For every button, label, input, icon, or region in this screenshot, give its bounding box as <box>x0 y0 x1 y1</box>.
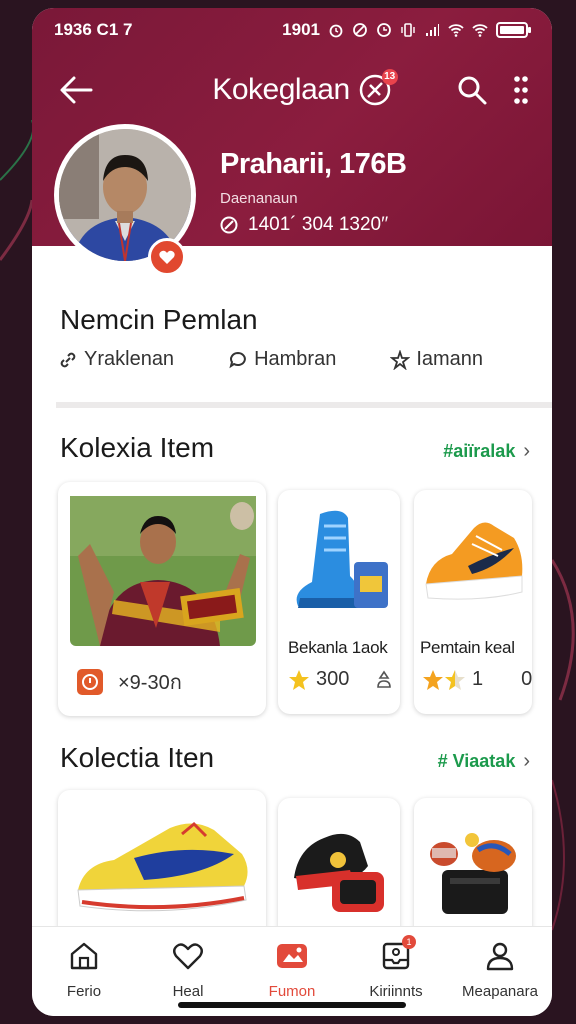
featured-item-price: ×9-30ก <box>118 672 182 694</box>
item-card-running-shoe[interactable] <box>58 790 266 940</box>
section-divider <box>56 402 552 408</box>
action-chat[interactable]: Hambran <box>228 348 336 371</box>
chevron-right-icon: › <box>523 440 530 462</box>
app-title-group: Kokeglaan 13 <box>176 69 428 107</box>
action-link[interactable]: Yraklenan <box>58 348 174 371</box>
accessories-image <box>430 833 516 914</box>
item-card-cleats[interactable] <box>278 798 400 940</box>
verified-badge-icon <box>148 238 186 276</box>
item-rating-sneaker: 1 <box>472 668 484 690</box>
collection-1-title: Kolexia Item <box>60 432 215 463</box>
actions-section-title: Nemcin Pemlan <box>60 304 258 335</box>
profile-subtitle: Daenanaun <box>220 190 298 207</box>
wifi-icon <box>472 24 488 37</box>
nav-item-profile[interactable]: Meapanara <box>450 939 550 1000</box>
boot-image <box>296 510 388 608</box>
photo-icon <box>277 944 307 968</box>
signal-icon <box>426 24 439 36</box>
nav-item-heart[interactable]: Heal <box>138 939 238 1000</box>
leaf-icon <box>220 216 238 234</box>
home-indicator[interactable] <box>178 1002 406 1008</box>
compass-icon[interactable]: 13 <box>358 69 398 107</box>
chevron-right-icon: › <box>523 750 530 772</box>
app-title: Kokeglaan <box>212 73 350 106</box>
item-card-boot[interactable]: Bekanla 1aok 300 <box>278 490 400 714</box>
item-rating-boot: 300 <box>316 668 350 690</box>
star-icon <box>289 669 309 690</box>
sneaker-image <box>425 522 523 600</box>
status-time-left: 1​936 C1 7 <box>54 20 133 39</box>
title-badge: 13 <box>381 69 398 85</box>
profile-icon <box>486 942 514 971</box>
link-icon <box>60 352 76 367</box>
clock-icon <box>377 23 391 37</box>
profile-stats: 1401´ 304 1320′′ <box>220 214 388 236</box>
item-label-boot: Bekanla 1aok <box>288 638 388 657</box>
more-options-icon[interactable] <box>514 74 528 106</box>
star-half-icon <box>445 669 465 690</box>
collection-1-see-all-label: #aiïralak <box>443 441 516 461</box>
actions-row: Yraklenan Hambran Iamann <box>58 348 483 371</box>
featured-item-image <box>70 496 256 646</box>
nav-item-home[interactable]: Ferio <box>34 939 134 1000</box>
shop-badge-icon <box>77 669 103 695</box>
running-shoe-image <box>77 821 248 912</box>
profile-name: Praharii, 176B <box>220 148 407 180</box>
nav-item-photo[interactable]: Fumon <box>242 939 342 1000</box>
user-icon[interactable] <box>373 669 395 691</box>
item-meta-boot: 300 <box>288 668 395 691</box>
vibrate-icon <box>401 23 415 37</box>
battery-icon <box>496 22 531 38</box>
item-count-sneaker: 0 <box>521 668 533 690</box>
nav-label-home: Ferio <box>66 983 102 1000</box>
item-label-sneaker: Pemtain keal <box>420 638 515 657</box>
collection-2-see-all-label: # Viaatak <box>437 751 516 771</box>
search-icon[interactable] <box>456 74 488 106</box>
action-share-label: Iamann <box>416 348 484 370</box>
profile-stats-text: 1401´ 304 1320′′ <box>248 214 389 235</box>
action-link-label: Yraklenan <box>84 348 175 370</box>
wifi-icon <box>448 24 464 37</box>
item-card-sneaker[interactable]: Pemtain keal 1 0 <box>414 490 532 714</box>
heart-icon <box>173 943 203 970</box>
item-card-accessories[interactable] <box>414 798 532 940</box>
nav-label-inbox: Kiriinnts <box>369 983 423 1000</box>
collection-1-see-all[interactable]: #aiïralak › <box>443 440 530 463</box>
phone-screen: 1​936 C1 7 1901 Kokeglaan 13 <box>32 8 552 1016</box>
dnd-icon <box>353 23 367 37</box>
nav-label-profile: Meapanara <box>462 983 538 1000</box>
inbox-badge: 1 <box>402 935 416 949</box>
featured-item-meta: ×9-30ก <box>76 666 182 698</box>
item-meta-sneaker: 1 0 <box>422 668 532 691</box>
collection-2-see-all[interactable]: # Viaatak › <box>438 750 530 773</box>
star-icon <box>423 669 443 690</box>
back-button[interactable] <box>56 70 96 110</box>
top-bar: Kokeglaan 13 <box>32 60 552 120</box>
alarm-icon <box>329 24 343 38</box>
chat-icon <box>229 351 246 368</box>
collection-2-title: Kolectia Iten <box>60 742 215 773</box>
nav-item-inbox[interactable]: 1 Kiriinnts <box>346 935 446 1000</box>
featured-item-card[interactable]: ×9-30ก <box>58 482 266 716</box>
arrow-left-icon <box>60 76 93 104</box>
home-icon <box>70 942 98 970</box>
action-chat-label: Hambran <box>254 348 337 370</box>
status-time-right: 1901 <box>282 20 320 39</box>
nav-label-photo: Fumon <box>268 983 316 1000</box>
share-icon <box>390 349 411 370</box>
nav-label-heart: Heal <box>172 983 204 1000</box>
status-bar: 1​936 C1 7 1901 <box>32 14 552 46</box>
action-share[interactable]: Iamann <box>390 348 483 371</box>
cleats-image <box>294 833 384 912</box>
